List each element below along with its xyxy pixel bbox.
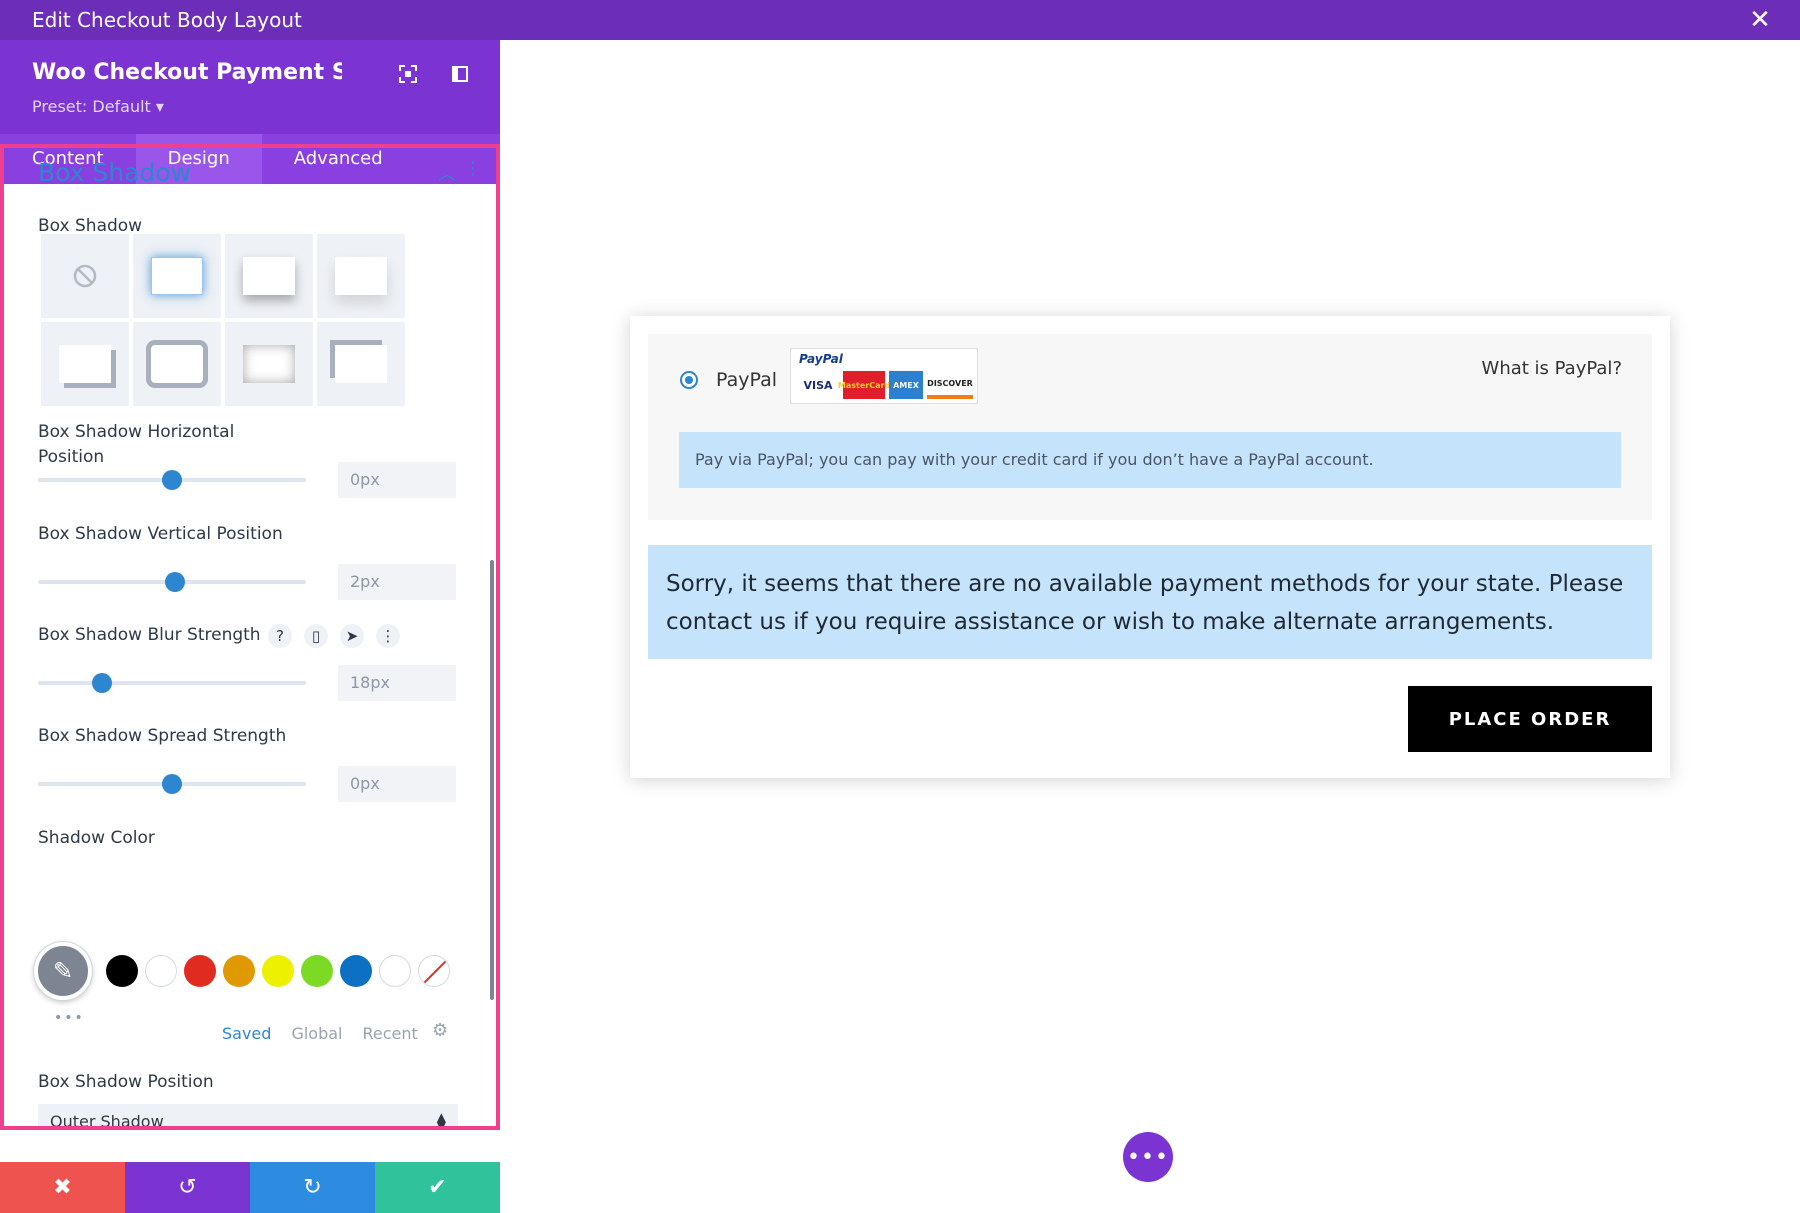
field-more-icon[interactable]: ⋮ bbox=[376, 624, 400, 648]
paypal-logo: PayPal bbox=[799, 352, 843, 366]
slider-track[interactable] bbox=[38, 681, 306, 685]
color-swatch[interactable] bbox=[379, 955, 411, 987]
vertical-position-value[interactable]: 2px bbox=[338, 564, 456, 600]
spread-strength-value[interactable]: 0px bbox=[338, 766, 456, 802]
what-is-paypal-link[interactable]: What is PayPal? bbox=[1482, 358, 1622, 379]
save-button[interactable]: ✔ bbox=[375, 1162, 500, 1213]
payment-method-name[interactable]: PayPal bbox=[716, 369, 777, 391]
section-more-icon[interactable]: ⋮ bbox=[464, 158, 482, 179]
redo-button[interactable]: ↻ bbox=[250, 1162, 375, 1213]
preset-selector[interactable]: Preset: Default ▾ bbox=[32, 97, 164, 116]
color-swatch[interactable] bbox=[106, 955, 138, 987]
color-swatches: ✎ bbox=[34, 942, 457, 1000]
fullscreen-icon[interactable] bbox=[396, 62, 420, 86]
close-icon[interactable]: ✕ bbox=[1746, 5, 1774, 35]
shadow-preset-none[interactable] bbox=[41, 234, 129, 318]
panel-scrollbar[interactable] bbox=[490, 560, 494, 1000]
gear-icon[interactable]: ⚙ bbox=[432, 1020, 448, 1041]
color-tab-global[interactable]: Global bbox=[291, 1024, 342, 1043]
shadow-preset-2[interactable] bbox=[225, 234, 313, 318]
place-order-button[interactable]: PLACE ORDER bbox=[1408, 686, 1652, 752]
layout-preview: PayPal PayPal VISA MasterCard AMEX DISCO… bbox=[500, 40, 1800, 1213]
payment-description: Pay via PayPal; you can pay with your cr… bbox=[679, 432, 1621, 488]
builder-menu-icon[interactable]: ••• bbox=[1123, 1132, 1173, 1182]
discard-button[interactable]: ✖ bbox=[0, 1162, 125, 1213]
select-arrows-icon: ▲ ▼ bbox=[436, 1110, 446, 1130]
box-shadow-section: Box Shadow ︿ ⋮ Box Shadow Box Shadow Hor… bbox=[0, 144, 500, 1130]
spread-strength-label: Box Shadow Spread Strength bbox=[38, 726, 287, 746]
blur-strength-slider[interactable]: 18px bbox=[38, 665, 458, 701]
undo-button[interactable]: ↺ bbox=[125, 1162, 250, 1213]
shadow-preset-5[interactable] bbox=[133, 322, 221, 406]
blur-field-icons: ? ▯ ➤ ⋮ bbox=[268, 624, 412, 648]
visa-logo: VISA bbox=[803, 378, 833, 392]
shadow-preset-6[interactable] bbox=[225, 322, 313, 406]
shadow-preset-4[interactable] bbox=[41, 322, 129, 406]
split-view-icon[interactable] bbox=[448, 62, 472, 86]
blur-strength-value[interactable]: 18px bbox=[338, 665, 456, 701]
shadow-preset-7[interactable] bbox=[317, 322, 405, 406]
shadow-preset-3[interactable] bbox=[317, 234, 405, 318]
no-color-swatch[interactable] bbox=[418, 955, 450, 987]
panel-header: Woo Checkout Payment Se... Preset: Defau… bbox=[0, 40, 508, 134]
color-swatch[interactable] bbox=[184, 955, 216, 987]
more-colors-icon[interactable]: ••• bbox=[54, 1010, 85, 1026]
shadow-position-value: Outer Shadow bbox=[50, 1112, 164, 1130]
hover-cursor-icon[interactable]: ➤ bbox=[340, 624, 364, 648]
window-title: Edit Checkout Body Layout bbox=[32, 8, 302, 32]
blur-strength-label: Box Shadow Blur Strength bbox=[38, 625, 261, 645]
color-swatch[interactable] bbox=[223, 955, 255, 987]
panel-footer: ✖ ↺ ↻ ✔ bbox=[0, 1162, 500, 1213]
shadow-presets bbox=[41, 234, 405, 406]
eyedropper-icon[interactable]: ✎ bbox=[34, 942, 92, 1000]
payment-method-box: PayPal PayPal VISA MasterCard AMEX DISCO… bbox=[648, 334, 1652, 520]
window-title-bar: Edit Checkout Body Layout ✕ bbox=[0, 0, 1800, 40]
slider-thumb[interactable] bbox=[164, 572, 185, 592]
vertical-position-label: Box Shadow Vertical Position bbox=[38, 524, 283, 544]
shadow-color-label: Shadow Color bbox=[38, 828, 155, 848]
horizontal-position-value[interactable]: 0px bbox=[338, 462, 456, 498]
paypal-radio[interactable] bbox=[680, 371, 698, 389]
shadow-position-select[interactable]: Outer Shadow ▲ ▼ bbox=[38, 1104, 458, 1130]
accepted-cards-image: PayPal VISA MasterCard AMEX DISCOVER bbox=[790, 348, 978, 404]
slider-thumb[interactable] bbox=[92, 673, 113, 693]
color-swatch[interactable] bbox=[262, 955, 294, 987]
color-swatch[interactable] bbox=[301, 955, 333, 987]
module-title: Woo Checkout Payment Se... bbox=[32, 60, 342, 85]
color-palette-tabs: Saved Global Recent bbox=[222, 1024, 438, 1043]
discover-logo: DISCOVER bbox=[927, 371, 973, 399]
spread-strength-slider[interactable]: 0px bbox=[38, 766, 458, 802]
color-swatch[interactable] bbox=[340, 955, 372, 987]
slider-thumb[interactable] bbox=[162, 470, 182, 490]
no-payment-notice: Sorry, it seems that there are no availa… bbox=[648, 545, 1652, 659]
shadow-preset-1[interactable] bbox=[133, 234, 221, 318]
help-icon[interactable]: ? bbox=[268, 624, 292, 648]
section-title[interactable]: Box Shadow bbox=[38, 158, 191, 187]
slider-thumb[interactable] bbox=[162, 774, 182, 794]
vertical-position-slider[interactable]: 2px bbox=[38, 564, 458, 600]
horizontal-position-slider[interactable]: 0px bbox=[38, 462, 458, 498]
collapse-chevron-icon[interactable]: ︿ bbox=[438, 160, 456, 186]
color-swatch[interactable] bbox=[145, 955, 177, 987]
mastercard-logo: MasterCard bbox=[838, 371, 890, 399]
shadow-position-label: Box Shadow Position bbox=[38, 1072, 214, 1092]
color-tab-saved[interactable]: Saved bbox=[222, 1024, 271, 1043]
checkout-payment-module: PayPal PayPal VISA MasterCard AMEX DISCO… bbox=[630, 316, 1670, 778]
responsive-icon[interactable]: ▯ bbox=[304, 624, 328, 648]
amex-logo: AMEX bbox=[889, 371, 923, 399]
color-tab-recent[interactable]: Recent bbox=[362, 1024, 417, 1043]
none-icon bbox=[73, 264, 97, 288]
